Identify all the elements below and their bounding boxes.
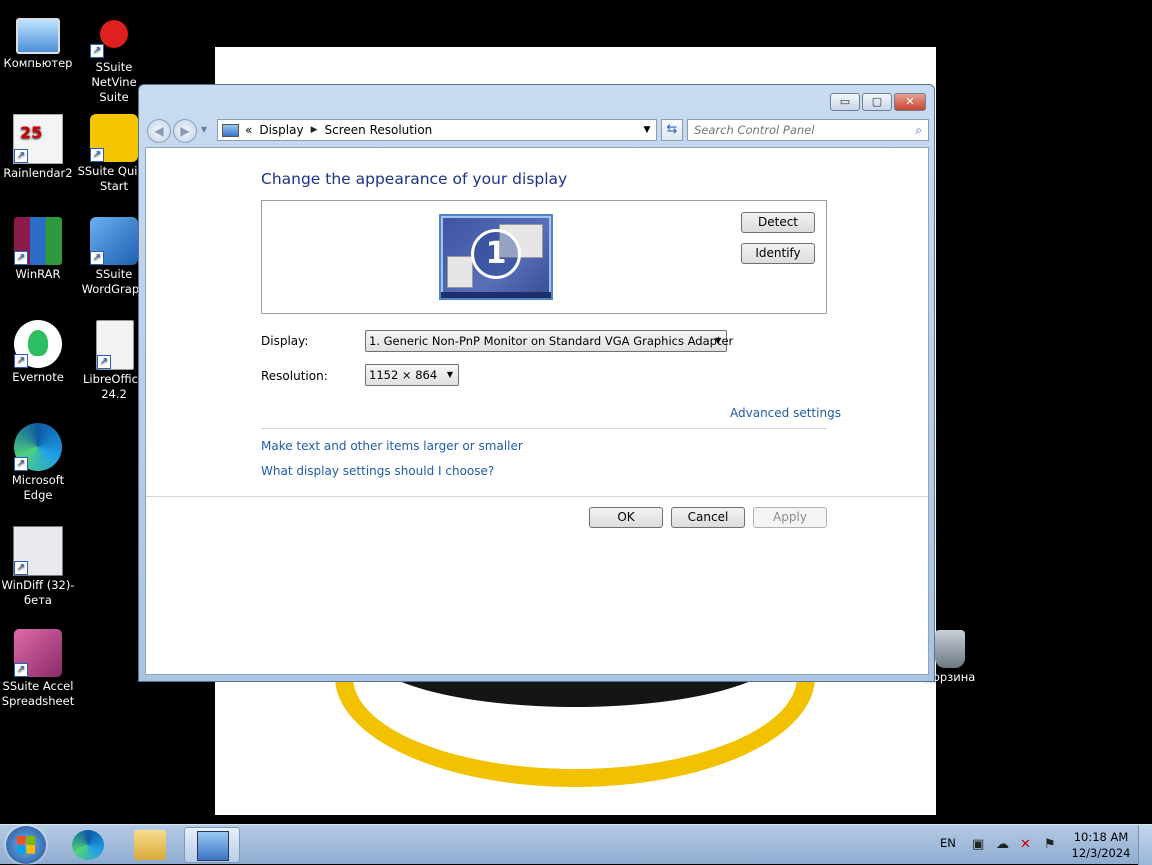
taskbar: EN ▣ ☁ ✕ ⚑ 10:18 AM 12/3/2024 [0,824,1152,865]
recycle-bin-icon [935,630,965,668]
computer-icon [16,18,60,54]
advanced-settings-link[interactable]: Advanced settings [730,406,841,420]
network-icon[interactable]: ☁ [996,837,1009,852]
action-center-icon[interactable]: ▣ [972,837,984,852]
search-icon[interactable]: ⌕ [915,123,922,138]
desktop-icon-label: Компьютер [3,56,73,70]
chevron-down-icon: ▼ [446,370,453,379]
ok-button[interactable]: OK [589,507,663,528]
breadcrumb-screen-resolution[interactable]: Screen Resolution [325,123,433,137]
resolution-label: Resolution: [261,369,328,383]
desktop-icon-rainlendar[interactable]: ↗ Rainlendar2 [0,114,76,181]
content-area: Change the appearance of your display 1 … [145,147,929,675]
file-explorer-icon [134,830,166,860]
breadcrumb-display[interactable]: Display [259,123,303,137]
display-help-link[interactable]: What display settings should I choose? [261,464,494,478]
edge-icon [72,830,104,860]
monitor-number: 1 [471,229,521,279]
desktop-icon-computer[interactable]: Компьютер [0,10,76,71]
language-indicator[interactable]: EN [940,836,956,850]
netvine-icon: ↗ [90,10,138,58]
desktop-icon-label: Rainlendar2 [3,166,73,180]
arrow-right-icon: ▶ [180,124,190,138]
chevron-down-icon: ▼ [714,336,721,345]
divider [261,428,827,429]
show-desktop-button[interactable] [1138,825,1152,865]
taskbar-explorer-button[interactable] [122,827,178,863]
taskbar-control-panel-button[interactable] [184,827,240,863]
display-select-value: 1. Generic Non-PnP Monitor on Standard V… [369,334,734,348]
windiff-icon: ↗ [13,526,63,576]
caption-buttons: ▭ ▢ ✕ [828,93,926,111]
wordgraph-icon: ↗ [90,217,138,265]
evernote-icon: ↗ [14,320,62,368]
desktop-icon-label: Evernote [12,370,64,384]
chevron-right-icon[interactable]: ▶ [311,125,318,135]
refresh-icon: ⇆ [666,122,678,137]
spreadsheet-icon: ↗ [14,629,62,677]
resolution-select[interactable]: 1152 × 864 ▼ [365,364,459,386]
address-bar[interactable]: « Display ▶ Screen Resolution ▼ [217,119,657,141]
libreoffice-icon: ↗ [96,320,134,370]
clock-date: 12/3/2024 [1071,846,1131,860]
monitor-1-preview[interactable]: 1 [439,214,553,300]
cancel-button[interactable]: Cancel [671,507,745,528]
maximize-icon: ▢ [871,95,883,108]
maximize-button[interactable]: ▢ [862,93,892,111]
volume-muted-icon[interactable]: ✕ [1020,837,1031,852]
taskbar-edge-button[interactable] [60,827,116,863]
desktop-icon-label: Microsoft Edge [11,473,65,502]
resolution-select-value: 1152 × 864 [369,368,438,382]
display-select[interactable]: 1. Generic Non-PnP Monitor on Standard V… [365,330,733,352]
desktop-icon-evernote[interactable]: ↗ Evernote [0,320,76,385]
flag-icon[interactable]: ⚑ [1044,837,1056,852]
arrow-left-icon: ◀ [154,124,164,138]
start-button[interactable] [6,826,46,864]
navigation-bar: ◀ ▶ ▼ « Display ▶ Screen Resolution ▼ ⇆ … [145,116,929,143]
detect-button[interactable]: Detect [741,212,815,233]
identify-button[interactable]: Identify [741,243,815,264]
edge-icon: ↗ [14,423,62,471]
close-icon: ✕ [905,95,915,108]
control-panel-icon [197,831,229,861]
refresh-button[interactable]: ⇆ [661,119,683,141]
minimize-icon: ▭ [839,95,851,108]
screen-resolution-window: ▭ ▢ ✕ ◀ ▶ ▼ « Display ▶ Screen Resolutio… [138,84,935,682]
desktop-icon-label: SSuite Accel Spreadsheet [1,679,75,708]
forward-button[interactable]: ▶ [173,119,197,143]
breadcrumb-prefix[interactable]: « [245,123,252,137]
desktop-icon-edge[interactable]: ↗ Microsoft Edge [0,423,76,503]
desktop-icon-winrar[interactable]: ↗ WinRAR [0,217,76,282]
quickstart-icon: ↗ [90,114,138,162]
desktop-icon-windiff[interactable]: ↗ WinDiff (32)-бета [0,526,76,608]
back-button[interactable]: ◀ [147,119,171,143]
display-preview-panel: 1 Detect Identify [261,200,827,314]
minimize-button[interactable]: ▭ [830,93,860,111]
display-label: Display: [261,334,309,348]
desktop-icon-spreadsheet[interactable]: ↗ SSuite Accel Spreadsheet [0,629,76,709]
desktop-icon-label: WinRAR [15,267,61,281]
recent-pages-chevron-icon[interactable]: ▼ [201,125,207,134]
chevron-down-icon[interactable]: ▼ [638,125,656,135]
search-input[interactable] [694,121,900,139]
text-size-link[interactable]: Make text and other items larger or smal… [261,439,523,453]
winrar-icon: ↗ [14,217,62,265]
apply-button[interactable]: Apply [753,507,827,528]
desktop-icon-label: WinDiff (32)-бета [1,578,75,607]
clock-time: 10:18 AM [1073,830,1129,844]
page-title: Change the appearance of your display [261,170,568,188]
search-box[interactable]: ⌕ [687,119,929,141]
taskbar-thumbnail [441,292,551,298]
close-button[interactable]: ✕ [894,93,926,111]
display-icon [222,123,239,137]
calendar-icon: ↗ [13,114,63,164]
clock[interactable]: 10:18 AM 12/3/2024 [1064,829,1138,861]
divider [146,496,928,497]
window-thumbnail [447,256,473,288]
